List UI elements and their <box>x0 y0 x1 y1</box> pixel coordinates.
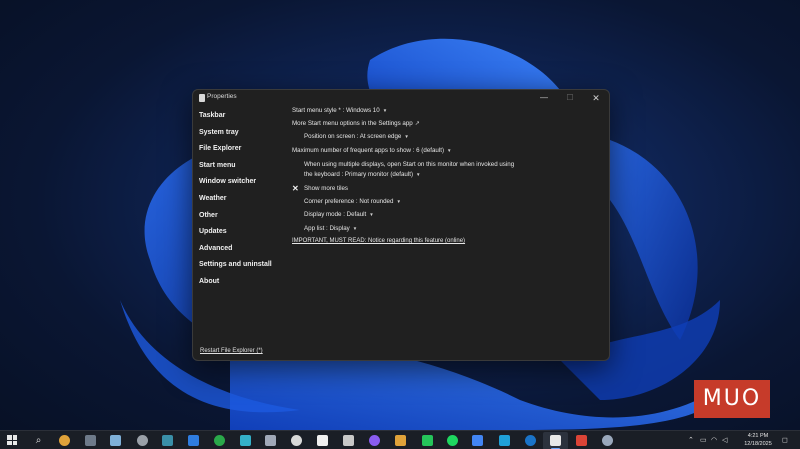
multi-display-label: the keyboard : Primary monitor (default) <box>304 171 414 178</box>
start-menu-style-dropdown[interactable]: Start menu style * : Windows 10 ▼ <box>292 107 387 115</box>
wifi-icon[interactable]: ◠ <box>711 431 717 449</box>
chrome-icon-3[interactable] <box>576 435 587 446</box>
volume-icon[interactable]: ◁ <box>722 431 727 449</box>
start-button[interactable] <box>7 435 18 446</box>
corner-preference-label: Corner preference : Not rounded <box>304 198 394 205</box>
minimize-button[interactable]: — <box>531 90 557 106</box>
multi-display-dropdown[interactable]: the keyboard : Primary monitor (default)… <box>304 171 420 179</box>
properties-app-icon[interactable] <box>550 435 561 446</box>
proton-icon[interactable] <box>369 435 380 446</box>
sidebar-item-weather[interactable]: Weather <box>199 191 279 208</box>
calculator-icon[interactable] <box>85 435 96 446</box>
snip-icon[interactable] <box>110 435 121 446</box>
sidebar-item-advanced[interactable]: Advanced <box>199 241 279 258</box>
app-list-label: App list : Display <box>304 225 350 232</box>
sidebar-item-about[interactable]: About <box>199 274 279 291</box>
title-bar[interactable]: Properties — ☐ ✕ <box>193 90 609 106</box>
chevron-down-icon: ▼ <box>404 134 409 139</box>
chrome-icon[interactable] <box>59 435 70 446</box>
outlook-icon[interactable] <box>525 435 536 446</box>
window-title: Properties <box>207 93 237 100</box>
display-mode-dropdown[interactable]: Display mode : Default ▼ <box>304 211 374 219</box>
app-list-dropdown[interactable]: App list : Display ▼ <box>304 225 357 233</box>
chevron-down-icon: ▼ <box>369 212 374 217</box>
slack-icon[interactable] <box>395 435 406 446</box>
taskbar: ⌕ ⌃ ▭ ◠ ◁ 4:21 PM 12/18/2025 ◻ <box>0 430 800 449</box>
edge-icon[interactable] <box>499 435 510 446</box>
close-button[interactable]: ✕ <box>583 90 609 106</box>
whatsapp-icon[interactable] <box>422 435 433 446</box>
max-frequent-apps-dropdown[interactable]: Maximum number of frequent apps to show … <box>292 147 451 155</box>
paste-icon[interactable] <box>343 435 354 446</box>
green-app-icon[interactable] <box>214 435 225 446</box>
chevron-down-icon: ▼ <box>396 199 401 204</box>
sidebar-item-other[interactable]: Other <box>199 208 279 225</box>
chevron-up-icon[interactable]: ⌃ <box>688 431 694 449</box>
position-on-screen-label: Position on screen : At screen edge <box>304 133 402 140</box>
chevron-down-icon: ▼ <box>382 108 388 113</box>
important-notice-link[interactable]: IMPORTANT, MUST READ: Notice regarding t… <box>292 238 465 244</box>
obs-icon[interactable] <box>291 435 302 446</box>
photos-icon[interactable] <box>162 435 173 446</box>
edit-icon[interactable] <box>265 435 276 446</box>
notifications-icon[interactable]: ◻ <box>782 431 788 449</box>
clock-time: 4:21 PM <box>747 433 769 439</box>
clock[interactable]: 4:21 PM 12/18/2025 <box>740 433 776 448</box>
properties-app-icon <box>199 94 205 102</box>
battery-icon[interactable]: ▭ <box>700 431 707 449</box>
more-options-link[interactable]: More Start menu options in the Settings … <box>292 120 420 128</box>
sidebar-item-start-menu[interactable]: Start menu <box>199 158 279 175</box>
sidebar-item-updates[interactable]: Updates <box>199 224 279 241</box>
max-frequent-apps-label: Maximum number of frequent apps to show … <box>292 147 445 154</box>
show-more-tiles-checkbox[interactable]: ✕ <box>292 185 299 193</box>
display-mode-label: Display mode : Default <box>304 211 367 218</box>
settings-icon[interactable] <box>602 435 613 446</box>
more-options-label: More Start menu options in the Settings … <box>292 120 413 127</box>
clock-date: 12/18/2025 <box>744 440 772 447</box>
show-more-tiles-label[interactable]: Show more tiles <box>304 185 348 193</box>
spotify-icon[interactable] <box>447 435 458 446</box>
vpn-icon[interactable] <box>240 435 251 446</box>
position-on-screen-dropdown[interactable]: Position on screen : At screen edge ▼ <box>304 133 409 141</box>
external-link-icon: ↗ <box>414 121 420 127</box>
notion-icon[interactable] <box>317 435 328 446</box>
restart-file-explorer-link[interactable]: Restart File Explorer (*) <box>200 348 263 354</box>
chevron-down-icon: ▼ <box>416 172 421 177</box>
maximize-button[interactable]: ☐ <box>557 90 583 106</box>
sidebar-item-system-tray[interactable]: System tray <box>199 125 279 142</box>
chrome-icon-2[interactable] <box>472 435 483 446</box>
app-store-icon[interactable] <box>188 435 199 446</box>
sidebar-item-file-explorer[interactable]: File Explorer <box>199 141 279 158</box>
search-icon[interactable]: ⌕ <box>33 435 44 446</box>
multi-display-line1: When using multiple displays, open Start… <box>304 161 515 168</box>
chevron-down-icon: ▼ <box>352 226 358 231</box>
sidebar: Taskbar System tray File Explorer Start … <box>199 108 279 291</box>
sidebar-item-taskbar[interactable]: Taskbar <box>199 108 279 125</box>
properties-window: Properties — ☐ ✕ Taskbar System tray Fil… <box>192 89 610 361</box>
usb-icon[interactable] <box>137 435 148 446</box>
start-menu-style-label: Start menu style * : Windows 10 <box>292 107 380 114</box>
corner-preference-dropdown[interactable]: Corner preference : Not rounded ▼ <box>304 198 401 206</box>
sidebar-item-window-switcher[interactable]: Window switcher <box>199 174 279 191</box>
sidebar-item-settings-and-uninstall[interactable]: Settings and uninstall <box>199 257 279 274</box>
muo-watermark-logo: MUO <box>694 380 770 418</box>
chevron-down-icon: ▼ <box>447 148 452 153</box>
